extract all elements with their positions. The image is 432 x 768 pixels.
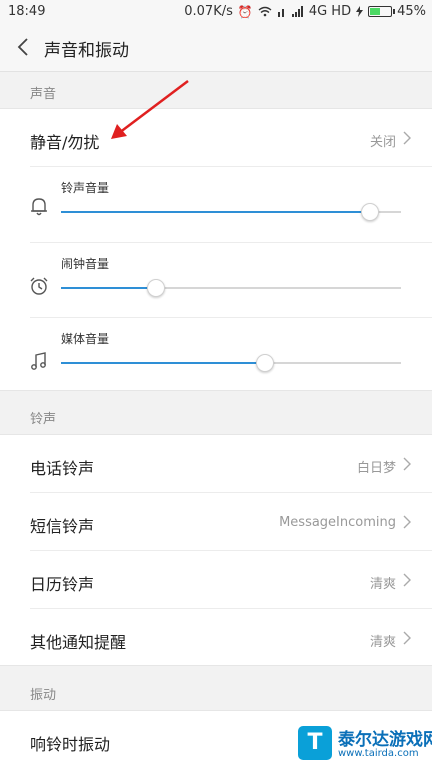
charging-icon (356, 6, 364, 17)
calendar-ringtone-row[interactable]: 日历铃声 清爽 (0, 551, 432, 609)
slider-fill (61, 287, 157, 289)
watermark-url: www.tairda.com (338, 748, 419, 759)
sms-ringtone-label: 短信铃声 (30, 517, 95, 536)
status-bar: 18:49 0.07K/s ⏰ 4G HD 45% (0, 0, 432, 24)
vibrate-on-ring-label: 响铃时振动 (30, 735, 111, 754)
chevron-right-icon (403, 573, 411, 587)
slider-fill (61, 211, 371, 213)
page-title: 声音和振动 (44, 41, 129, 61)
wifi-icon (258, 6, 272, 17)
chevron-right-icon (403, 457, 411, 471)
media-volume-slider[interactable] (61, 354, 401, 372)
other-notification-label: 其他通知提醒 (30, 633, 127, 652)
other-notification-row[interactable]: 其他通知提醒 清爽 (0, 609, 432, 667)
sound-card: 静音/勿扰 关闭 铃声音量 闹钟音量 媒体音量 (0, 108, 432, 391)
signal-icon (291, 6, 303, 17)
chevron-right-icon (403, 631, 411, 645)
mute-dnd-label: 静音/勿扰 (30, 133, 100, 152)
watermark-title: 泰尔达游戏网 (338, 730, 432, 750)
chevron-left-icon (17, 38, 28, 56)
slider-thumb[interactable] (256, 354, 274, 372)
chevron-right-icon (403, 131, 411, 145)
media-volume-row: 媒体音量 (0, 318, 432, 393)
phone-ringtone-value: 白日梦 (356, 461, 396, 476)
network-type: 4G HD (308, 4, 352, 19)
ringtone-card: 电话铃声 白日梦 短信铃声 MessageIncoming 日历铃声 清爽 其他… (0, 434, 432, 666)
alarm-volume-row: 闹钟音量 (0, 243, 432, 318)
alarm-volume-slider[interactable] (61, 279, 401, 297)
section-label-vibration: 振动 (30, 688, 57, 703)
annotation-arrow-icon (111, 80, 189, 139)
other-notification-value: 清爽 (369, 635, 396, 650)
sms-ringtone-row[interactable]: 短信铃声 MessageIncoming (0, 493, 432, 551)
status-time: 18:49 (8, 4, 46, 19)
slider-thumb[interactable] (147, 279, 166, 297)
alarm-volume-label: 闹钟音量 (61, 257, 110, 271)
battery-icon (368, 6, 396, 17)
phone-ringtone-row[interactable]: 电话铃声 白日梦 (0, 435, 432, 493)
slider-fill (61, 362, 265, 364)
app-header: 声音和振动 (0, 24, 432, 72)
calendar-ringtone-value: 清爽 (369, 577, 396, 592)
slider-thumb[interactable] (361, 203, 380, 221)
network-speed: 0.07K/s (184, 4, 233, 19)
music-note-icon (31, 352, 46, 370)
ringer-volume-slider[interactable] (61, 203, 401, 221)
back-button[interactable] (12, 35, 36, 59)
watermark-logo-mark: T (298, 726, 332, 760)
phone-ringtone-label: 电话铃声 (30, 459, 95, 478)
sms-ringtone-value: MessageIncoming (279, 515, 396, 530)
ringer-volume-label: 铃声音量 (61, 181, 110, 195)
ringer-volume-row: 铃声音量 (0, 167, 432, 242)
media-volume-label: 媒体音量 (61, 332, 110, 346)
status-icons: 0.07K/s ⏰ 4G HD 45% (184, 4, 426, 19)
no-signal-icon (277, 9, 284, 17)
section-label-ringtone: 铃声 (30, 412, 57, 427)
section-label-sound: 声音 (30, 87, 57, 102)
alarm-clock-icon (30, 277, 48, 295)
chevron-right-icon (403, 515, 411, 529)
watermark-logo: T 泰尔达游戏网 www.tairda.com (298, 718, 432, 768)
mute-dnd-value: 关闭 (369, 135, 396, 150)
alarm-icon: ⏰ (237, 4, 253, 19)
battery-percent: 45% (397, 4, 426, 19)
mute-dnd-row[interactable]: 静音/勿扰 关闭 (0, 109, 432, 167)
bell-icon (31, 198, 47, 216)
calendar-ringtone-label: 日历铃声 (30, 575, 95, 594)
